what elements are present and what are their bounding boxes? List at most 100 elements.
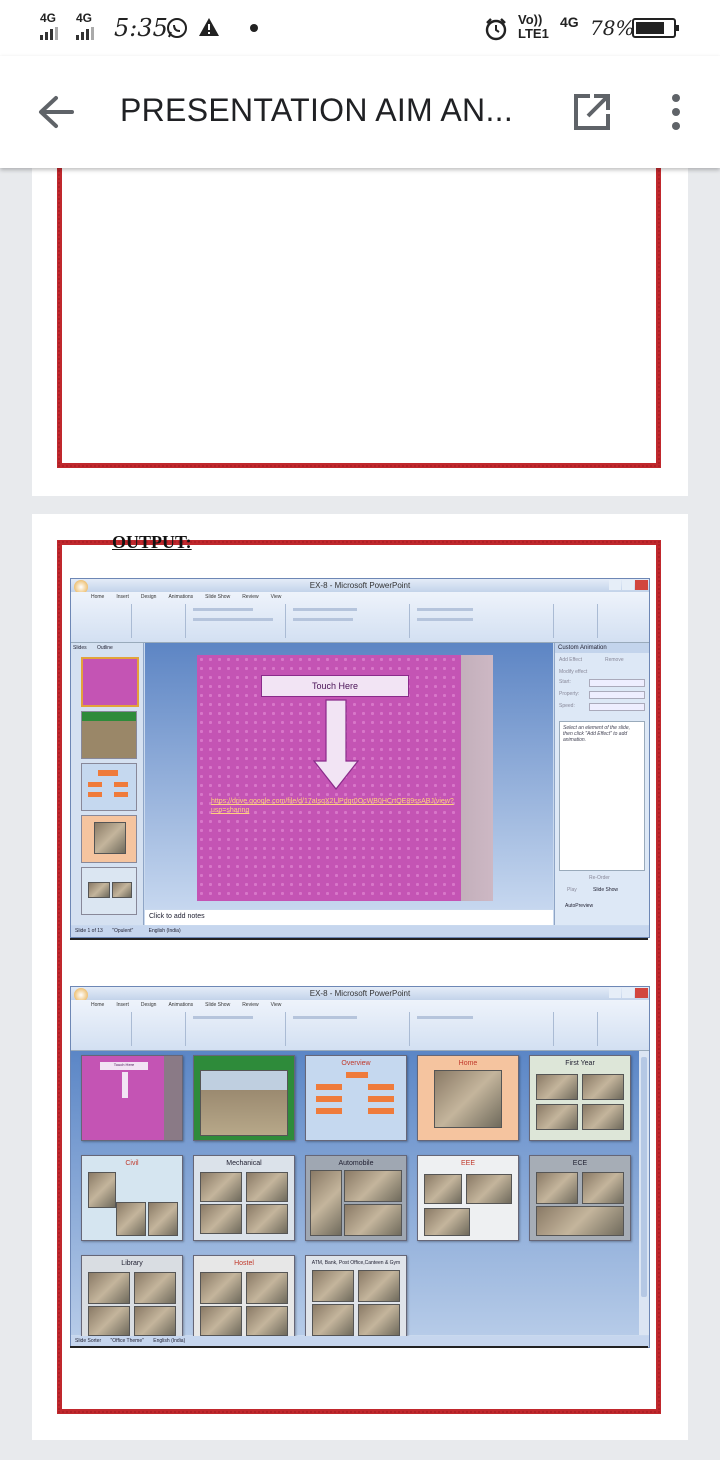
ribbon-group-slides xyxy=(135,1012,186,1046)
modify-effect-label: Modify effect xyxy=(559,669,588,675)
font-tools xyxy=(193,618,273,621)
ribbon-tab: Animations xyxy=(168,594,194,600)
sorter-slide: Mechanical xyxy=(193,1155,295,1241)
open-external-icon[interactable] xyxy=(572,92,612,132)
font-box xyxy=(193,608,253,611)
notification-dot-icon xyxy=(250,24,258,32)
whatsapp-icon xyxy=(167,18,187,38)
ribbon-tab: Home xyxy=(91,1002,105,1008)
drive-link: https://drive.google.com/file/d/17aIsqX2… xyxy=(211,798,454,814)
sorter-slide xyxy=(193,1055,295,1141)
maximize-icon xyxy=(622,580,634,590)
ribbon-tab: Insert xyxy=(116,1002,129,1008)
scrollbar xyxy=(639,1051,649,1335)
sorter-slide: Civil xyxy=(81,1155,183,1241)
ppt-status-bar: Slide 1 of 13 "Opulent" English (India) xyxy=(71,926,649,937)
panel-tab-outline: Outline xyxy=(97,645,113,651)
clock: 5:35 xyxy=(114,14,168,42)
slide-thumbnail xyxy=(81,867,137,915)
status-view: Slide Sorter xyxy=(75,1338,102,1344)
autopreview-checkbox: AutoPreview xyxy=(565,903,594,909)
current-slide: Touch Here https://drive.google.com/file… xyxy=(197,655,461,901)
start-dropdown xyxy=(589,679,645,687)
shape-tools xyxy=(417,618,473,621)
slide-show-button: Slide Show xyxy=(593,887,619,893)
signal-bars-1-icon xyxy=(40,27,58,40)
alarm-icon xyxy=(485,18,507,41)
sorter-slide: Home xyxy=(417,1055,519,1141)
powerpoint-screenshot-normal-view: EX-8 - Microsoft PowerPoint Home Insert … xyxy=(70,578,650,938)
ribbon-tab: Home xyxy=(91,594,105,600)
close-icon xyxy=(635,580,648,590)
network-type-2: 4G xyxy=(76,11,93,25)
ribbon-tab: Design xyxy=(140,594,157,600)
ribbon-tab: Animations xyxy=(168,1002,194,1008)
reorder-label: Re-Order xyxy=(589,875,610,881)
sorter-slide: ECE xyxy=(529,1155,631,1241)
status-language: English (India) xyxy=(148,928,181,934)
back-arrow-icon[interactable] xyxy=(36,94,76,130)
ribbon-tabs: Home Insert Design Animations Slide Show… xyxy=(91,594,281,600)
custom-animation-pane: Custom Animation Add Effect Remove Modif… xyxy=(554,643,649,925)
ppt-ribbon: Home Insert Design Animations Slide Show… xyxy=(71,1000,649,1051)
sorter-slide: Overview xyxy=(305,1055,407,1141)
document-title: PRESENTATION AIM AN... xyxy=(120,92,514,128)
sorter-slide: ATM, Bank, Post Office,Canteen & Gym xyxy=(305,1255,407,1341)
sorter-slide: Library xyxy=(81,1255,183,1341)
sorter-slide: Automobile xyxy=(305,1155,407,1241)
shape-tools xyxy=(417,1016,473,1019)
slides-panel: Slides Outline xyxy=(71,643,144,925)
ribbon-group-editing xyxy=(557,604,598,638)
ribbon-tab: Slide Show xyxy=(205,594,231,600)
slide-thumbnail xyxy=(81,657,139,707)
ppt-window-title: EX-8 - Microsoft PowerPoint xyxy=(309,581,411,590)
status-bar: 4G 4G 5:35 Vo)) LTE1 4G 78% xyxy=(0,0,720,56)
ribbon-group-slides xyxy=(135,604,186,638)
ribbon-tab: Review xyxy=(242,594,259,600)
minimize-icon xyxy=(609,988,621,998)
ribbon-tabs: Home Insert Design Animations Slide Show… xyxy=(91,1002,281,1008)
property-dropdown xyxy=(589,691,645,699)
network-type-3: 4G xyxy=(560,14,579,30)
notes-field: Click to add notes xyxy=(145,910,553,925)
document-page-1 xyxy=(32,158,688,496)
property-label: Property: xyxy=(559,691,580,697)
divider-line xyxy=(70,1346,648,1348)
network-type-1: 4G xyxy=(40,11,57,25)
slide-editing-area: Touch Here https://drive.google.com/file… xyxy=(145,643,553,909)
document-page-2: OUTPUT: EX-8 - Microsoft PowerPoint Home… xyxy=(32,514,688,1440)
lte-label: LTE1 xyxy=(518,26,549,41)
warning-icon xyxy=(199,18,219,36)
ribbon-group-clipboard xyxy=(75,604,132,638)
ppt-ribbon: Home Insert Design Animations Slide Show… xyxy=(71,592,649,643)
ribbon-tab: View xyxy=(270,1002,282,1008)
slide-thumbnail xyxy=(81,815,137,863)
more-options-icon[interactable] xyxy=(664,94,688,130)
font-box xyxy=(193,1016,253,1019)
ppt-title-bar: EX-8 - Microsoft PowerPoint xyxy=(71,579,649,594)
slide-thumbnail xyxy=(81,763,137,811)
sorter-slide: Touch Here xyxy=(81,1055,183,1141)
minimize-icon xyxy=(609,580,621,590)
ppt-title-bar: EX-8 - Microsoft PowerPoint xyxy=(71,987,649,1002)
panel-tab-slides: Slides xyxy=(73,645,87,651)
ribbon-tab: Design xyxy=(140,1002,157,1008)
paragraph-tools xyxy=(293,608,357,611)
slide-sorter-area: Touch Here Overview Home First Year Civi… xyxy=(71,1051,639,1341)
slide-thumbnail xyxy=(81,711,137,759)
play-button: Play xyxy=(567,887,577,893)
add-effect-button: Add Effect xyxy=(559,657,582,663)
animation-list: Select an element of the slide, then cli… xyxy=(559,721,645,871)
paragraph-tools xyxy=(293,1016,357,1019)
powerpoint-screenshot-slide-sorter: EX-8 - Microsoft PowerPoint Home Insert … xyxy=(70,986,650,1348)
status-language: English (India) xyxy=(153,1338,186,1344)
pane-title: Custom Animation xyxy=(555,643,649,653)
status-theme: "Opulent" xyxy=(112,928,134,934)
align-tools xyxy=(293,618,353,621)
close-icon xyxy=(635,988,648,998)
sorter-slide: First Year xyxy=(529,1055,631,1141)
app-bar: PRESENTATION AIM AN... xyxy=(0,56,720,168)
battery-icon xyxy=(632,18,679,38)
status-slide-count: Slide 1 of 13 xyxy=(75,928,103,934)
volte-label: Vo)) xyxy=(518,12,543,27)
